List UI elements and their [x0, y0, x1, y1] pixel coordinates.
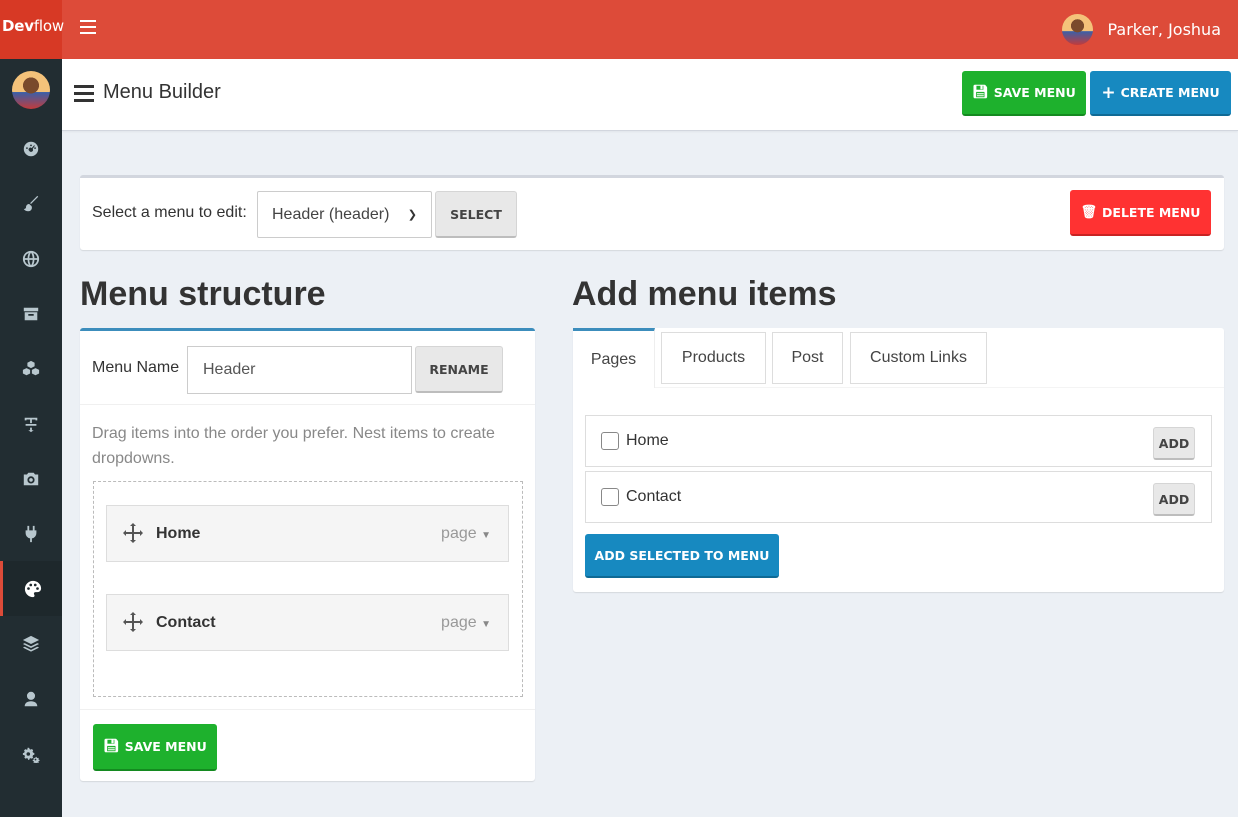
menu-item-type-toggle[interactable]: page ▼︎	[441, 614, 491, 632]
page-label: Contact	[626, 488, 682, 505]
cubes-icon	[22, 360, 40, 375]
add-page-button[interactable]: ADD	[1153, 427, 1195, 460]
sidebar-item-archive[interactable]	[0, 286, 62, 341]
add-page-button[interactable]: ADD	[1153, 483, 1195, 516]
brand-logo-bold: Dev	[2, 17, 34, 35]
tab-custom-links[interactable]: Custom Links	[850, 332, 987, 384]
tabs-divider	[655, 387, 1224, 388]
plug-icon	[25, 525, 37, 542]
tab-pages[interactable]: Pages	[573, 328, 655, 388]
sidebar-item-plugins[interactable]	[0, 506, 62, 561]
move-icon[interactable]	[123, 522, 145, 545]
save-menu-button-top[interactable]: 💾︎ SAVE MENU	[962, 71, 1086, 116]
menu-drop-zone[interactable]: Home page ▼︎ Contact page ▼︎	[93, 481, 523, 697]
save-menu-button-bottom-label: SAVE MENU	[124, 739, 207, 754]
menu-item-title: Contact	[156, 613, 216, 631]
sidebar-item-users[interactable]	[0, 671, 62, 726]
user-avatar	[1062, 13, 1094, 45]
menu-structure-heading: Menu structure	[80, 275, 326, 313]
select-menu-label: Select a menu to edit:	[92, 204, 247, 221]
sidebar-item-dashboard[interactable]	[0, 121, 62, 176]
menu-name-label: Menu Name	[92, 359, 180, 376]
cogs-icon	[22, 747, 40, 763]
text-height-icon	[24, 417, 38, 432]
page-label: Home	[626, 432, 669, 449]
menu-item-type-toggle[interactable]: page ▼︎	[441, 525, 491, 543]
select-button[interactable]: SELECT	[435, 191, 517, 238]
user-name: Parker, Joshua	[1107, 19, 1221, 39]
rename-button[interactable]: RENAME	[415, 346, 503, 393]
sidebar-item-themes[interactable]	[0, 561, 62, 616]
tab-post[interactable]: Post	[772, 332, 843, 384]
brand-logo-light: flow	[33, 17, 64, 35]
brush-icon	[23, 195, 39, 211]
sidebar-item-settings[interactable]	[0, 726, 62, 781]
create-menu-button-label: CREATE MENU	[1120, 85, 1220, 100]
sidebar-item-typography[interactable]	[0, 396, 62, 451]
palette-icon	[24, 580, 41, 597]
menu-item-type: page	[441, 525, 477, 542]
tab-products[interactable]: Products	[661, 332, 766, 384]
globe-icon	[22, 250, 40, 267]
layers-icon	[22, 635, 40, 652]
sidebar-item-media[interactable]	[0, 451, 62, 506]
dashboard-icon	[23, 141, 39, 156]
sidebar-item-sites[interactable]	[0, 231, 62, 286]
bars-icon	[74, 85, 94, 102]
top-navbar: Devflow Parker, Joshua	[0, 0, 1238, 59]
brand-logo[interactable]: Devflow	[0, 0, 64, 59]
add-selected-to-menu-button[interactable]: ADD SELECTED TO MENU	[585, 534, 779, 578]
chevron-down-icon: ❯︎	[407, 209, 417, 221]
menu-item-type: page	[441, 614, 477, 631]
user-icon	[24, 691, 38, 706]
delete-menu-button[interactable]: 🗑︎ DELETE MENU	[1070, 190, 1211, 236]
menu-name-input[interactable]	[187, 346, 412, 394]
sidebar	[0, 59, 62, 817]
menu-structure-panel: Menu Name RENAME Drag items into the ord…	[80, 328, 535, 781]
create-menu-button[interactable]: + CREATE MENU	[1090, 71, 1231, 116]
caret-down-icon: ▼︎	[481, 619, 491, 630]
plus-icon: +	[1101, 82, 1116, 103]
archive-icon	[23, 307, 39, 320]
add-menu-items-panel: Pages Products Post Custom Links Home AD…	[573, 328, 1224, 592]
sidebar-item-layers[interactable]	[0, 616, 62, 671]
divider	[80, 404, 535, 405]
delete-menu-button-label: DELETE MENU	[1102, 204, 1201, 220]
menu-item-contact[interactable]: Contact page ▼︎	[106, 594, 509, 651]
drag-hint-text: Drag items into the order you prefer. Ne…	[92, 425, 495, 467]
save-icon: 💾︎	[972, 85, 989, 100]
page-checkbox[interactable]	[601, 488, 619, 506]
add-menu-items-heading: Add menu items	[572, 275, 837, 313]
menu-select-dropdown[interactable]: Header (header) ❯︎	[257, 191, 432, 238]
menu-select-panel: Select a menu to edit: Header (header) ❯…	[80, 175, 1224, 250]
menu-select-value: Header (header)	[272, 205, 390, 223]
move-icon[interactable]	[123, 611, 145, 634]
sidebar-item-modules[interactable]	[0, 341, 62, 396]
divider	[80, 709, 535, 710]
caret-down-icon: ▼︎	[481, 530, 491, 541]
sidebar-toggle-icon[interactable]	[80, 20, 96, 34]
page-checkbox[interactable]	[601, 432, 619, 450]
page-row-contact: Contact ADD	[585, 471, 1212, 523]
sidebar-avatar	[12, 71, 50, 109]
menu-item-title: Home	[156, 524, 201, 542]
save-icon: 💾︎	[103, 739, 120, 754]
sidebar-item-appearance[interactable]	[0, 176, 62, 231]
page-row-home: Home ADD	[585, 415, 1212, 467]
save-menu-button-bottom[interactable]: 💾︎ SAVE MENU	[93, 724, 217, 771]
content-header: Menu Builder 💾︎ SAVE MENU + CREATE MENU	[62, 59, 1238, 131]
user-menu[interactable]: Parker, Joshua	[1062, 12, 1221, 46]
page-title: Menu Builder	[103, 81, 221, 103]
menu-item-home[interactable]: Home page ▼︎	[106, 505, 509, 562]
save-menu-button-top-label: SAVE MENU	[993, 85, 1076, 100]
trash-icon: 🗑︎	[1080, 204, 1098, 220]
camera-icon	[23, 472, 39, 485]
